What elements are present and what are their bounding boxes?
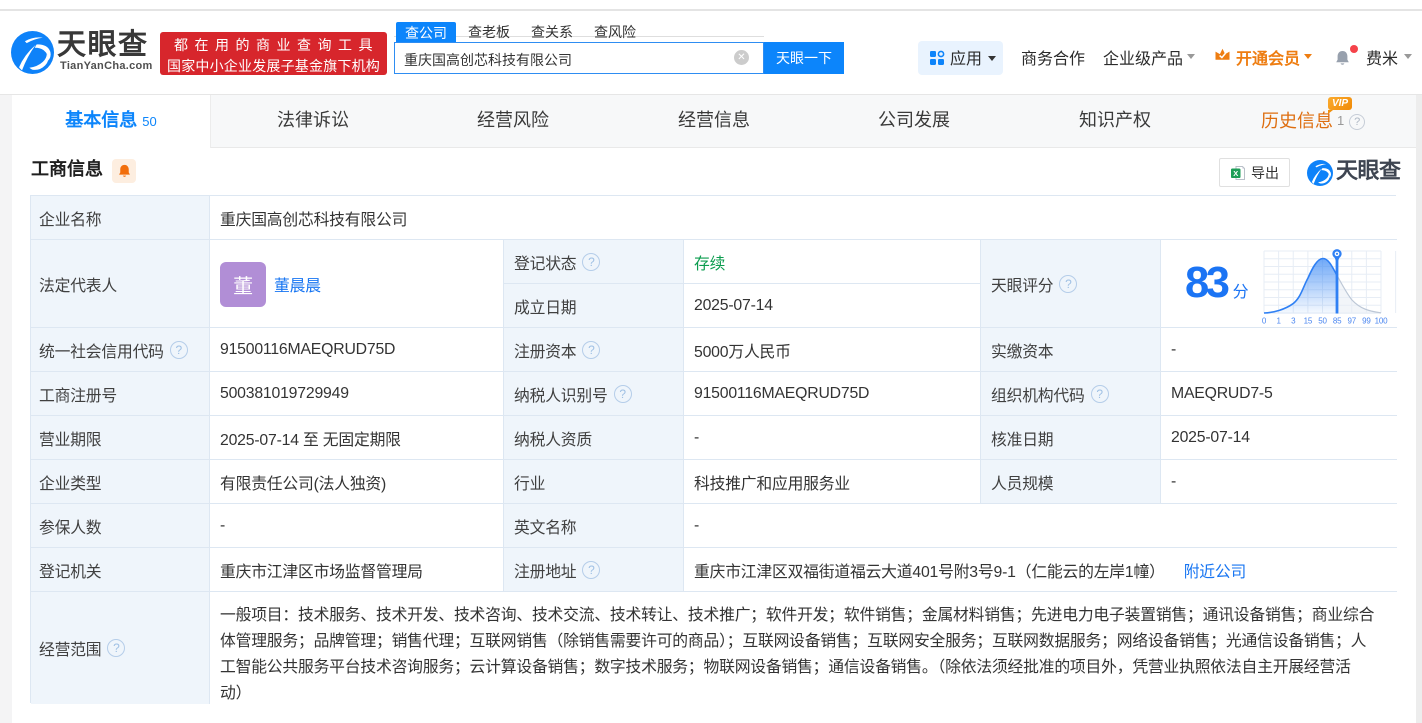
svg-text:50: 50	[1318, 317, 1327, 326]
svg-text:15: 15	[1304, 317, 1313, 326]
svg-text:3: 3	[1291, 317, 1296, 326]
svg-text:0: 0	[1262, 317, 1267, 326]
svg-text:97: 97	[1348, 317, 1357, 326]
svg-text:85: 85	[1333, 317, 1342, 326]
svg-text:99: 99	[1362, 317, 1371, 326]
svg-text:100: 100	[1375, 317, 1388, 326]
svg-text:X: X	[1233, 169, 1238, 178]
svg-text:1: 1	[1276, 317, 1281, 326]
